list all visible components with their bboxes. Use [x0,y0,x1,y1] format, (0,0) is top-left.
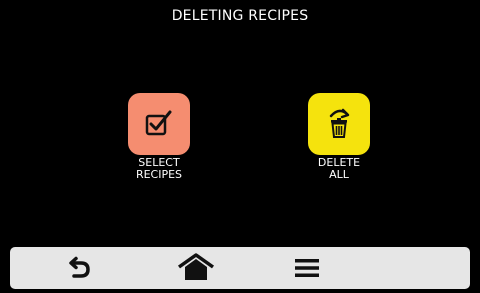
home-button[interactable] [166,247,226,289]
select-recipes-label: SELECT RECIPES [135,156,183,181]
menu-icon [295,259,319,277]
page-title: DELETING RECIPES [171,8,309,24]
home-icon [177,253,215,280]
back-button[interactable] [50,247,110,289]
delete-all-button[interactable] [308,93,370,155]
back-arrow-icon [69,256,90,278]
checkbox-icon [145,110,172,136]
select-recipes-button[interactable] [128,93,190,155]
bottom-nav-bar [10,247,470,289]
menu-button[interactable] [277,247,337,289]
delete-all-label: DELETE ALL [317,156,361,181]
trash-icon [329,108,350,138]
